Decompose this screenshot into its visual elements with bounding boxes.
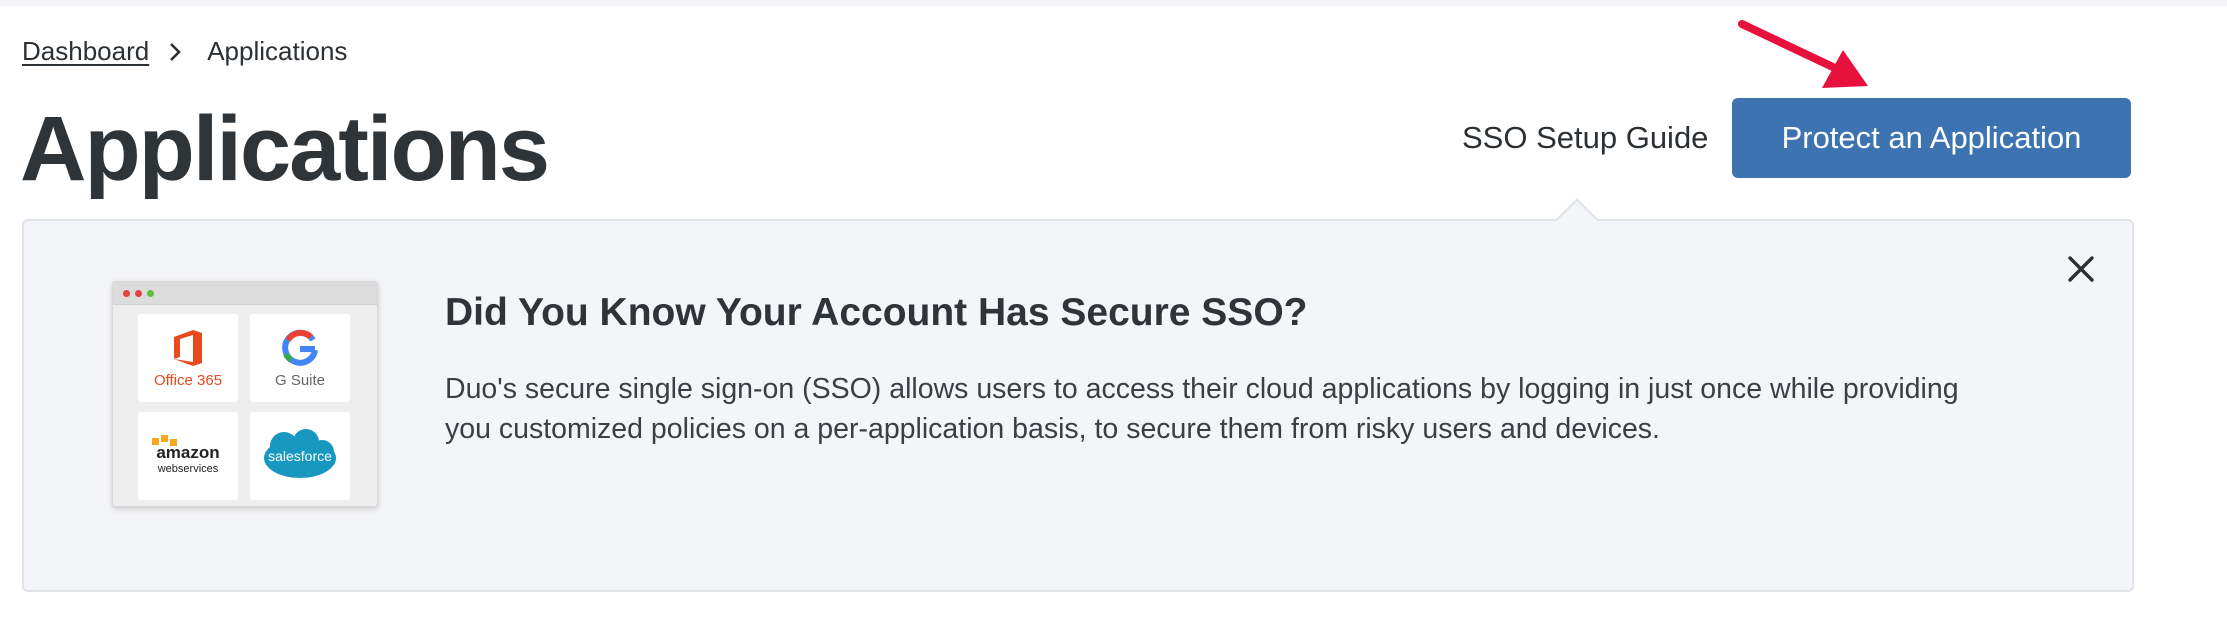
panel-pointer-fill — [1557, 201, 1597, 221]
salesforce-tile: salesforce — [250, 412, 350, 500]
breadcrumb-dashboard-link[interactable]: Dashboard — [22, 36, 149, 67]
office365-label: Office 365 — [153, 371, 223, 389]
aws-label-bottom: webservices — [157, 463, 219, 475]
top-strip — [0, 0, 2227, 6]
chevron-right-icon — [169, 42, 182, 62]
gsuite-tile: G Suite — [250, 314, 350, 402]
annotation-arrow-icon — [1738, 20, 1868, 88]
salesforce-label: salesforce — [268, 448, 332, 464]
office365-tile: Office 365 — [138, 314, 238, 402]
aws-cubes-icon — [152, 435, 177, 446]
page-title: Applications — [20, 98, 550, 200]
breadcrumb-current: Applications — [207, 36, 348, 66]
window-titlebar — [113, 282, 377, 305]
aws-tile: amazon webservices — [138, 412, 238, 500]
gsuite-label: G Suite — [274, 371, 326, 389]
window-dot-icon — [123, 289, 130, 297]
close-icon[interactable] — [2066, 254, 2096, 284]
sso-apps-illustration: Office 365 G Suite amazon webservices sa… — [112, 281, 378, 507]
protect-application-button[interactable]: Protect an Application — [1732, 98, 2131, 178]
sso-promo-body: Duo's secure single sign-on (SSO) allows… — [445, 373, 1959, 445]
breadcrumb: Dashboard Applications — [22, 36, 347, 67]
sso-promo-heading: Did You Know Your Account Has Secure SSO… — [445, 291, 1308, 334]
window-dot-icon — [135, 289, 142, 297]
office-logo-icon — [174, 329, 202, 366]
google-logo-icon — [282, 329, 318, 366]
sso-setup-guide-link[interactable]: SSO Setup Guide — [1462, 120, 1708, 156]
window-dot-icon — [147, 289, 154, 297]
